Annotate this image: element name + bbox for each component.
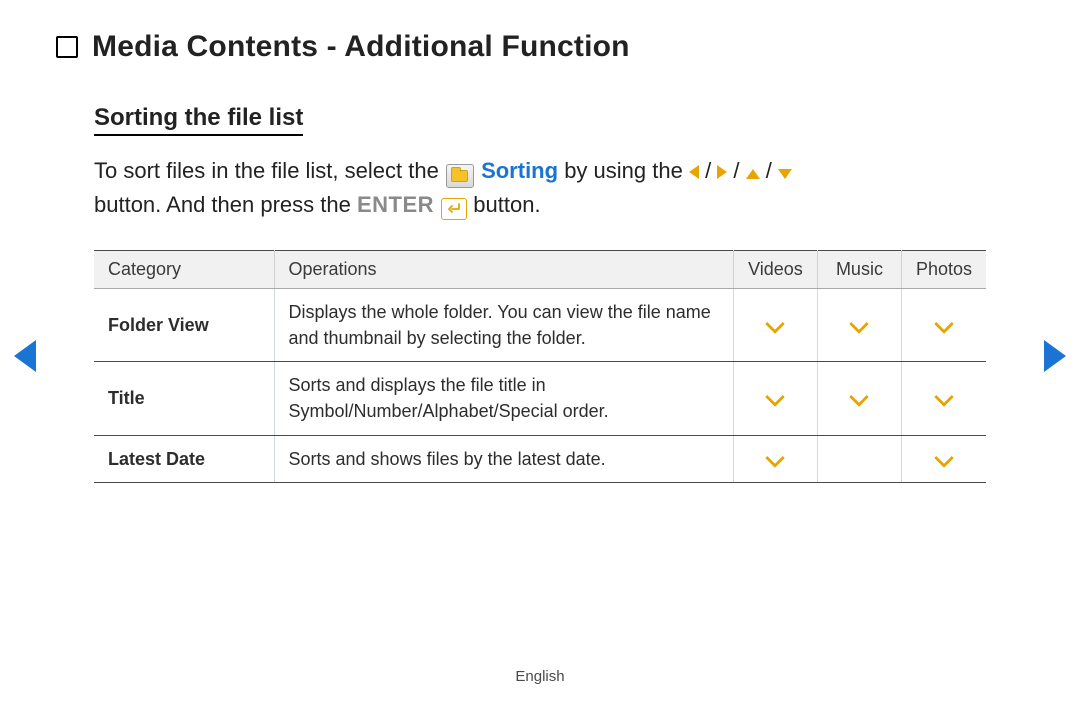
- table-row: Folder ViewDisplays the whole folder. Yo…: [94, 289, 986, 362]
- left-arrow-icon: [689, 165, 699, 179]
- check-icon: [850, 388, 870, 408]
- operation-cell: Sorts and shows files by the latest date…: [274, 435, 733, 482]
- separator: /: [705, 158, 717, 183]
- sorting-keyword: Sorting: [481, 158, 558, 183]
- check-icon: [766, 314, 786, 334]
- manual-page: Media Contents - Additional Function Sor…: [0, 0, 1080, 705]
- sorting-table: Category Operations Videos Music Photos …: [94, 250, 986, 482]
- check-icon: [850, 314, 870, 334]
- support-cell: [733, 362, 817, 435]
- col-header-photos: Photos: [901, 251, 986, 289]
- table-row: Latest DateSorts and shows files by the …: [94, 435, 986, 482]
- next-page-arrow[interactable]: [1044, 340, 1066, 372]
- folder-icon: [446, 164, 474, 188]
- col-header-music: Music: [817, 251, 901, 289]
- intro-text: button. And then press the: [94, 192, 357, 217]
- enter-icon: [441, 198, 467, 220]
- right-arrow-icon: [717, 165, 727, 179]
- separator: /: [766, 158, 778, 183]
- support-cell: [733, 289, 817, 362]
- intro-text: button.: [473, 192, 540, 217]
- support-cell: [901, 362, 986, 435]
- table-header-row: Category Operations Videos Music Photos: [94, 251, 986, 289]
- page-title: Media Contents - Additional Function: [92, 30, 630, 64]
- col-header-operations: Operations: [274, 251, 733, 289]
- category-cell: Latest Date: [94, 435, 274, 482]
- check-icon: [934, 314, 954, 334]
- check-icon: [934, 388, 954, 408]
- bookmark-icon: [56, 36, 78, 58]
- enter-keyword: ENTER: [357, 192, 434, 217]
- down-arrow-icon: [778, 169, 792, 179]
- support-cell: [901, 289, 986, 362]
- intro-text: by using the: [564, 158, 689, 183]
- operation-cell: Displays the whole folder. You can view …: [274, 289, 733, 362]
- check-icon: [934, 448, 954, 468]
- support-cell: [733, 435, 817, 482]
- intro-text: To sort files in the file list, select t…: [94, 158, 445, 183]
- up-arrow-icon: [746, 169, 760, 179]
- separator: /: [733, 158, 745, 183]
- check-icon: [766, 448, 786, 468]
- col-header-videos: Videos: [733, 251, 817, 289]
- footer-language: English: [0, 668, 1080, 685]
- section-subheading: Sorting the file list: [94, 104, 303, 136]
- support-cell: [817, 289, 901, 362]
- operation-cell: Sorts and displays the file title in Sym…: [274, 362, 733, 435]
- category-cell: Title: [94, 362, 274, 435]
- support-cell: [817, 435, 901, 482]
- category-cell: Folder View: [94, 289, 274, 362]
- check-icon: [766, 388, 786, 408]
- support-cell: [901, 435, 986, 482]
- prev-page-arrow[interactable]: [14, 340, 36, 372]
- title-line: Media Contents - Additional Function: [56, 30, 1020, 64]
- table-row: TitleSorts and displays the file title i…: [94, 362, 986, 435]
- support-cell: [817, 362, 901, 435]
- intro-paragraph: To sort files in the file list, select t…: [94, 154, 986, 222]
- col-header-category: Category: [94, 251, 274, 289]
- page-body: Sorting the file list To sort files in t…: [60, 104, 1020, 483]
